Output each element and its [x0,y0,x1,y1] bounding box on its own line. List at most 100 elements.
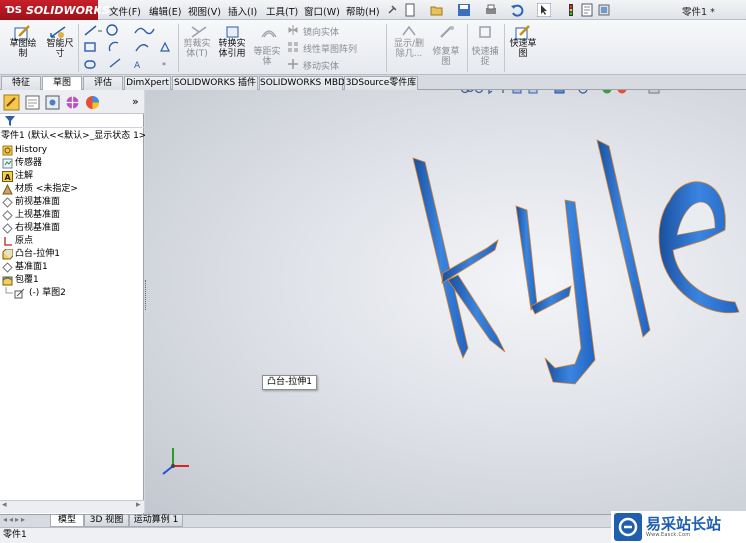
menu-window[interactable]: 窗口(W) [304,4,340,18]
rapid-sketch-button[interactable]: 快速草 图 [504,39,542,59]
ribbon-divider [386,24,387,72]
property-manager-tab-icon[interactable] [24,94,41,111]
mirror-entities-button[interactable]: 镜向实体 [303,25,339,38]
document-title: 零件1 * [682,7,715,18]
dimxpert-manager-tab-icon[interactable] [64,94,81,111]
command-manager: 草图绘 制 智能尺 寸 A * 剪裁实 体(T) 转换实 体引用 等距实 体 镜… [0,20,746,75]
print-icon[interactable] [484,3,498,17]
feature-manager-tab-icon[interactable] [3,94,20,111]
smart-dimension-button[interactable]: 智能尺 寸 [42,39,78,59]
tab-solidworks-mbd[interactable]: SOLIDWORKS MBD [259,76,345,90]
convert-entities-icon [226,26,239,38]
tree-root-label: 零件1 (默认<<默认>_显示状态 1>) [1,131,150,141]
menu-tools[interactable]: 工具(T) [266,4,298,18]
tab-3d-views[interactable]: 3D 视图 [84,515,129,527]
pin-icon[interactable] [385,3,399,17]
filter-icon[interactable] [5,116,15,126]
trim-icon [191,26,207,38]
svg-text:A: A [134,61,141,71]
new-document-icon[interactable] [403,3,417,17]
feature-manager-panel: » 零件1 (默认<<默认>_显示状态 1>) History 传感器 A 注解… [0,90,150,514]
save-icon[interactable] [457,3,471,17]
sensor-icon [2,158,13,169]
extrude-icon [2,249,13,260]
display-delete-relations-icon [402,25,416,36]
menu-bar: ƊS SOLIDWORKS 文件(F) 编辑(E) 视图(V) 插入(I) 工具… [0,0,746,20]
annotation-icon: A [2,171,13,182]
plane-icon [2,223,13,234]
menu-insert[interactable]: 插入(I) [228,4,257,18]
plane-icon [2,210,13,221]
scroll-left-icon[interactable]: ◂ [2,500,7,510]
sketch-entities-group[interactable]: A * [82,23,174,73]
traffic-light-icon[interactable] [564,3,578,17]
repair-sketch-button[interactable]: 修复草 图 [428,47,464,67]
move-entities-button[interactable]: 移动实体 [303,59,339,72]
linear-pattern-icon [288,42,298,52]
site-watermark: 易采站长站 Www.Easck.Com [611,511,746,543]
sketch-button[interactable]: 草图绘 制 [6,39,40,59]
material-icon [2,184,13,195]
tab-dimxpert[interactable]: DimXpert [124,76,171,90]
brand-label: SOLIDWORKS [26,3,110,17]
menu-help[interactable]: 帮助(H) [346,4,380,18]
display-delete-relations-button[interactable]: 显示/删 除几... [390,39,428,59]
svg-text:*: * [162,61,166,70]
solidworks-window: ƊS SOLIDWORKS 文件(F) 编辑(E) 视图(V) 插入(I) 工具… [0,0,746,543]
tab-sketch[interactable]: 草图 [42,76,82,90]
ribbon-divider [178,24,179,72]
coordinate-triad-icon [162,448,189,475]
display-manager-tab-icon[interactable] [84,94,101,111]
scroll-right-icon[interactable]: ▸ [136,500,141,510]
panel-splitter[interactable] [145,280,149,310]
tab-model[interactable]: 模型 [50,515,84,527]
panel-tabs: » [0,90,144,114]
offset-entities-button[interactable]: 等距实 体 [250,47,284,67]
tab-motion-study-1[interactable]: 运动算例 1 [129,515,183,527]
mirror-icon [288,25,298,35]
menu-view[interactable]: 视图(V) [188,4,221,18]
expand-panel-icon[interactable]: » [132,95,139,108]
svg-text:A: A [5,173,12,182]
tab-nav-arrows-icon[interactable]: ◂◂▸▸ [3,515,27,524]
tab-features[interactable]: 特征 [1,76,41,90]
file-properties-icon[interactable] [580,3,594,17]
ds-logo-icon: ƊS [6,4,22,16]
tree-connector-icon [5,287,13,294]
options-icon[interactable] [597,3,611,17]
sketch-icon [14,288,25,299]
status-text: 零件1 [3,530,27,540]
command-tabs: 特征 草图 评估 DimXpert SOLIDWORKS 插件 SOLIDWOR… [0,75,746,90]
tab-evaluate[interactable]: 评估 [83,76,123,90]
history-icon [2,145,13,156]
feature-tooltip: 凸台-拉伸1 [262,375,317,390]
wrap-icon [2,276,13,286]
plane-icon [2,197,13,208]
quick-snaps-icon [479,26,491,38]
origin-icon [4,237,12,246]
filter-row [0,114,144,128]
panel-horizontal-scrollbar[interactable]: ◂ ▸ [0,500,144,513]
undo-icon[interactable] [510,3,524,17]
plane-icon [2,262,13,273]
solidworks-logo[interactable]: ƊS SOLIDWORKS [0,0,110,20]
model-kyle[interactable] [145,90,746,514]
quick-snaps-button[interactable]: 快速捕 捉 [466,47,504,67]
repair-sketch-icon [440,26,454,38]
trim-entities-button[interactable]: 剪裁实 体(T) [180,39,214,59]
menu-file[interactable]: 文件(F) [109,4,141,18]
open-folder-icon[interactable] [430,3,444,17]
watermark-logo-icon [614,513,642,541]
watermark-text: 易采站长站 [646,515,722,533]
linear-pattern-button[interactable]: 线性草图阵列 [303,42,357,55]
menu-edit[interactable]: 编辑(E) [149,4,181,18]
tab-solidworks-addins[interactable]: SOLIDWORKS 插件 [172,76,258,90]
ribbon-divider [78,24,79,72]
convert-entities-button[interactable]: 转换实 体引用 [214,39,250,59]
graphics-area[interactable]: 凸台-拉伸1 [145,90,746,514]
move-entities-icon [288,59,298,69]
offset-entities-icon [261,30,277,38]
configuration-manager-tab-icon[interactable] [44,94,61,111]
tab-3dsource[interactable]: 3DSource零件库 [344,76,418,90]
select-arrow-icon[interactable] [537,3,551,17]
